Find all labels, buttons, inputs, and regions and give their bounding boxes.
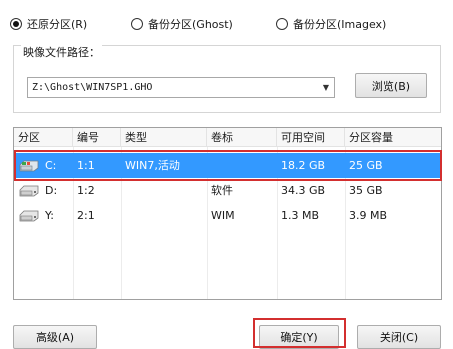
cell-drive: C: [45, 159, 57, 172]
table-row[interactable]: D: 1:2 软件 34.3 GB 35 GB [15, 178, 440, 203]
cell-type: WIN7,活动 [125, 159, 180, 172]
image-path-combobox[interactable]: Z:\Ghost\WIN7SP1.GHO ▼ [27, 77, 335, 98]
radio-button-selected[interactable] [10, 18, 22, 30]
radio-label: 备份分区(Imagex) [293, 18, 387, 31]
cell-capacity: 35 GB [349, 184, 383, 197]
cell-capacity: 3.9 MB [349, 209, 388, 222]
table-row[interactable]: Y: 2:1 WIM 1.3 MB 3.9 MB [15, 203, 440, 228]
cell-label: 软件 [211, 184, 233, 197]
column-header-label[interactable]: 卷标 [207, 128, 277, 147]
image-path-legend: 映像文件路径： [21, 44, 102, 60]
radio-restore-partition[interactable]: 还原分区(R) [10, 16, 87, 32]
table-header: 分区 编号 类型 卷标 可用空间 分区容量 [14, 128, 441, 147]
column-header-free-space[interactable]: 可用空间 [277, 128, 345, 147]
radio-button[interactable] [131, 18, 143, 30]
hard-drive-icon [19, 210, 39, 222]
table-row[interactable]: C: 1:1 WIN7,活动 18.2 GB 25 GB [15, 153, 440, 178]
column-header-partition[interactable]: 分区 [14, 128, 73, 147]
cell-free-space: 1.3 MB [281, 209, 320, 222]
radio-button[interactable] [276, 18, 288, 30]
radio-label: 备份分区(Ghost) [148, 18, 233, 31]
partition-table: 分区 编号 类型 卷标 可用空间 分区容量 C: 1:1 WIN7,活动 18.… [13, 127, 442, 300]
cell-type [121, 203, 125, 228]
radio-backup-imagex[interactable]: 备份分区(Imagex) [276, 16, 386, 32]
close-button[interactable]: 关闭(C) [357, 325, 441, 349]
column-header-number[interactable]: 编号 [73, 128, 121, 147]
hard-drive-icon [19, 185, 39, 197]
system-drive-icon [19, 160, 39, 172]
cell-label [207, 153, 211, 178]
cell-number: 1:1 [77, 159, 95, 172]
cell-type [121, 178, 125, 203]
cell-label: WIM [211, 209, 235, 222]
advanced-button[interactable]: 高级(A) [13, 325, 97, 349]
column-header-type[interactable]: 类型 [121, 128, 207, 147]
cell-number: 1:2 [77, 184, 95, 197]
image-path-value: Z:\Ghost\WIN7SP1.GHO [32, 82, 153, 93]
cell-capacity: 25 GB [349, 159, 383, 172]
column-header-capacity[interactable]: 分区容量 [345, 128, 441, 147]
ok-button[interactable]: 确定(Y) [259, 325, 339, 349]
chevron-down-icon[interactable]: ▼ [318, 78, 334, 97]
cell-drive: D: [45, 184, 58, 197]
browse-button[interactable]: 浏览(B) [355, 73, 427, 98]
cell-free-space: 18.2 GB [281, 159, 326, 172]
cell-drive: Y: [45, 209, 54, 222]
radio-label: 还原分区(R) [27, 18, 88, 31]
cell-number: 2:1 [77, 209, 95, 222]
radio-backup-ghost[interactable]: 备份分区(Ghost) [131, 16, 233, 32]
cell-free-space: 34.3 GB [281, 184, 326, 197]
